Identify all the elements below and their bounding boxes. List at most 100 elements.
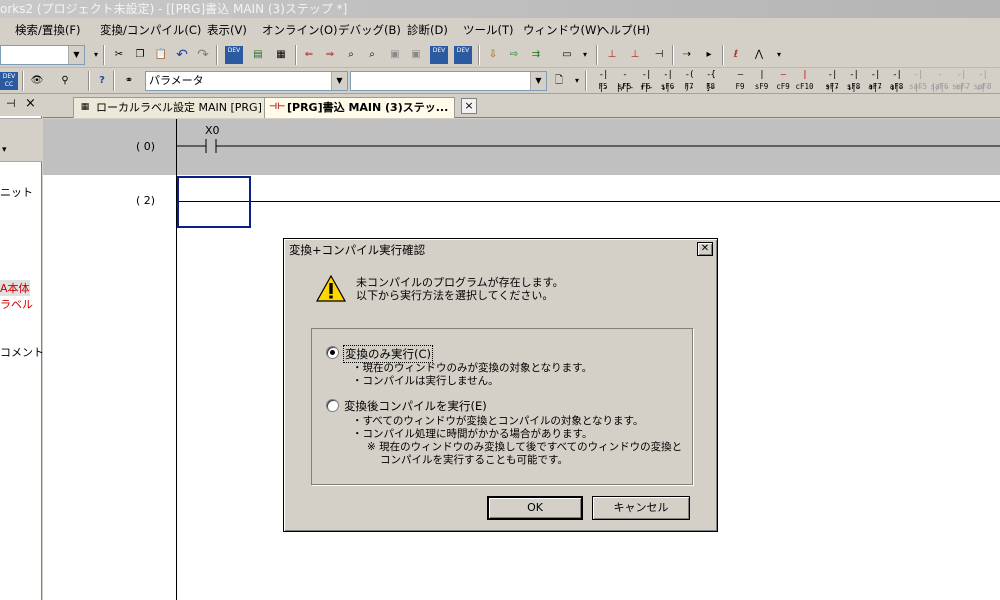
ladder-contact-rung[interactable]	[176, 138, 1000, 154]
ladder-symbol-icon: -|↓|-	[975, 70, 990, 93]
chevron-down-icon[interactable]: ▼	[331, 72, 347, 90]
ladder-key-f8[interactable]: -{ }- F8	[700, 69, 722, 93]
ladder-key-af8[interactable]: -|↓|- aF8	[886, 69, 908, 93]
monitor-start-icon[interactable]: ▣	[386, 46, 404, 64]
ladder-edit-icon[interactable]: ▦	[272, 46, 290, 64]
navigation-pane-toolbar: ▾	[0, 118, 42, 162]
redo-icon[interactable]: ↷	[194, 46, 212, 64]
ladder-key-sf8[interactable]: -|↓|- sF8	[843, 69, 865, 93]
read-plc-icon[interactable]: ⇐	[300, 46, 318, 64]
parameter-combo[interactable]: パラメータ ▼	[145, 71, 348, 91]
tab-program-write[interactable]: ⊣⊢ [PRG]書込 MAIN (3)ステッ...	[264, 97, 455, 118]
convert-icon[interactable]: ⇩	[484, 46, 502, 64]
ladder-key-f7[interactable]: -( )- F7	[678, 69, 700, 93]
verify-icon[interactable]: ⌕	[342, 46, 360, 64]
menu-debug[interactable]: デバッグ(B)	[338, 18, 401, 42]
ladder-key-sf7[interactable]: -|↑|- sF7	[821, 69, 843, 93]
step-run-icon[interactable]: ⇢	[678, 46, 696, 64]
toolbar-options-icon[interactable]: ▾	[568, 72, 586, 90]
monitor-stop-icon[interactable]: ▣	[407, 46, 425, 64]
ladder-key-af7[interactable]: -|↑|- aF7	[864, 69, 886, 93]
ok-button[interactable]: OK	[487, 496, 583, 520]
warning-icon	[316, 275, 346, 302]
trace-stop-icon[interactable]: ⊣	[650, 46, 668, 64]
menu-convert-compile[interactable]: 変換/コンパイル(C)	[100, 18, 201, 42]
ladder-key-sf9[interactable]: | sF9	[751, 69, 773, 93]
write-plc-icon[interactable]: ⇒	[321, 46, 339, 64]
menu-search-replace[interactable]: 検索/置換(F)	[15, 18, 80, 42]
display-icon[interactable]: ▭	[558, 46, 576, 64]
ladder-key-f5[interactable]: -| |- F5	[592, 69, 614, 93]
contact-device-label: X0	[205, 124, 220, 137]
convert-all-icon[interactable]: ⇉	[527, 46, 545, 64]
tree-item-main-body[interactable]: A本体	[0, 280, 30, 296]
step-stop-icon[interactable]: ▸	[700, 46, 718, 64]
graph-trend-icon[interactable]: ⋀	[750, 46, 768, 64]
ladder-key-saf6[interactable]: -|/|- saF6	[929, 69, 951, 93]
copy-icon[interactable]: ❐	[131, 46, 149, 64]
dialog-title-bar: 変換+コンパイル実行確認	[286, 241, 715, 259]
function-key-label: aF7	[868, 82, 882, 91]
menu-online[interactable]: オンライン(O)	[262, 18, 338, 42]
close-icon[interactable]: ×	[25, 96, 36, 111]
tree-item-unit[interactable]: ニット	[0, 184, 33, 200]
help-icon[interactable]: ?	[93, 72, 111, 90]
ladder-cursor[interactable]	[177, 176, 251, 228]
document-icon[interactable]: 🗋	[550, 72, 568, 90]
device-test-icon[interactable]: DEV	[454, 46, 472, 64]
cc-link-device-icon[interactable]: DEV CC	[0, 72, 18, 90]
ladder-symbol-icon: -|↑|-	[868, 70, 882, 93]
ladder-key-sf6[interactable]: -|↓|- sF6	[657, 69, 679, 93]
toolbar-options-icon[interactable]: ▾	[770, 46, 788, 64]
undo-icon[interactable]: ↶	[173, 46, 191, 64]
compile-icon[interactable]: ⇨	[505, 46, 523, 64]
toolbar-separator	[22, 71, 24, 91]
ladder-monitor-icon[interactable]: ▤	[249, 46, 267, 64]
tree-item-label[interactable]: ラベル	[0, 296, 33, 312]
search-icon[interactable]: ⌕	[363, 46, 381, 64]
device-batch-icon[interactable]: DEV	[430, 46, 448, 64]
chevron-down-icon[interactable]: ▼	[530, 72, 546, 90]
ladder-rung-line	[177, 201, 1000, 202]
item-combo[interactable]: ▼	[350, 71, 547, 91]
close-tab-icon[interactable]: ×	[461, 98, 477, 114]
ladder-key-saf8[interactable]: -|↓|- saF8	[972, 69, 994, 93]
option-convert-compile-label[interactable]: 変換後コンパイルを実行(E)	[344, 398, 487, 414]
trace-start-icon[interactable]: ⊥	[626, 46, 644, 64]
magnify-icon[interactable]: ⚲	[56, 72, 74, 90]
label-table-icon: ▦	[80, 102, 90, 112]
menu-diagnostics[interactable]: 診断(D)	[407, 18, 448, 42]
pin-icon[interactable]: ⊣	[6, 97, 16, 110]
tab-local-label-settings[interactable]: ▦ ローカルラベル設定 MAIN [PRG]	[73, 97, 287, 118]
eye-icon[interactable]: 👁	[28, 72, 46, 90]
close-icon[interactable]: ✕	[697, 242, 713, 256]
ladder-row-0[interactable]: ( 0) X0	[43, 119, 1000, 175]
ladder-key-cf9[interactable]: — cF9	[772, 69, 794, 93]
tree-item-comment[interactable]: コメント	[0, 344, 44, 360]
menu-view[interactable]: 表示(V)	[207, 18, 247, 42]
menu-window[interactable]: ウィンドウ(W)	[523, 18, 601, 42]
toolbar-options-icon[interactable]: ▾	[576, 46, 594, 64]
binoculars-icon[interactable]: ⚭	[120, 72, 138, 90]
device-icon[interactable]: DEV	[225, 46, 243, 64]
chevron-down-icon[interactable]: ▾	[2, 145, 7, 155]
cancel-button[interactable]: キャンセル	[592, 496, 690, 520]
cut-icon[interactable]: ✂	[110, 46, 128, 64]
option-convert-compile-radio[interactable]	[326, 399, 339, 412]
chevron-down-icon[interactable]: ▼	[68, 46, 84, 64]
option-convert-only-label[interactable]: 変換のみ実行(C)	[343, 345, 434, 363]
sampling-trace-icon[interactable]: ⊥	[603, 46, 621, 64]
paste-icon[interactable]: 📋	[152, 46, 170, 64]
ladder-key-saf7[interactable]: -|↑|- saF7	[950, 69, 972, 93]
ladder-key-f6[interactable]: -|↑|- F6	[635, 69, 657, 93]
navigation-pane: ⊣ × ▾ ニット A本体 ラベル コメント	[0, 94, 44, 600]
ladder-key-cf10[interactable]: | cF10	[794, 69, 816, 93]
menu-help[interactable]: ヘルプ(H)	[598, 18, 650, 42]
ladder-key-saf5[interactable]: -| |- saF5	[907, 69, 929, 93]
option-convert-only-radio[interactable]	[326, 346, 339, 359]
ladder-key-f9[interactable]: — F9	[729, 69, 751, 93]
graph-icon[interactable]: ℓ	[727, 46, 745, 64]
ladder-key-sf5[interactable]: -|/|- sF5	[614, 69, 636, 93]
menu-tools[interactable]: ツール(T)	[463, 18, 514, 42]
project-combo[interactable]: ▼	[0, 45, 85, 65]
